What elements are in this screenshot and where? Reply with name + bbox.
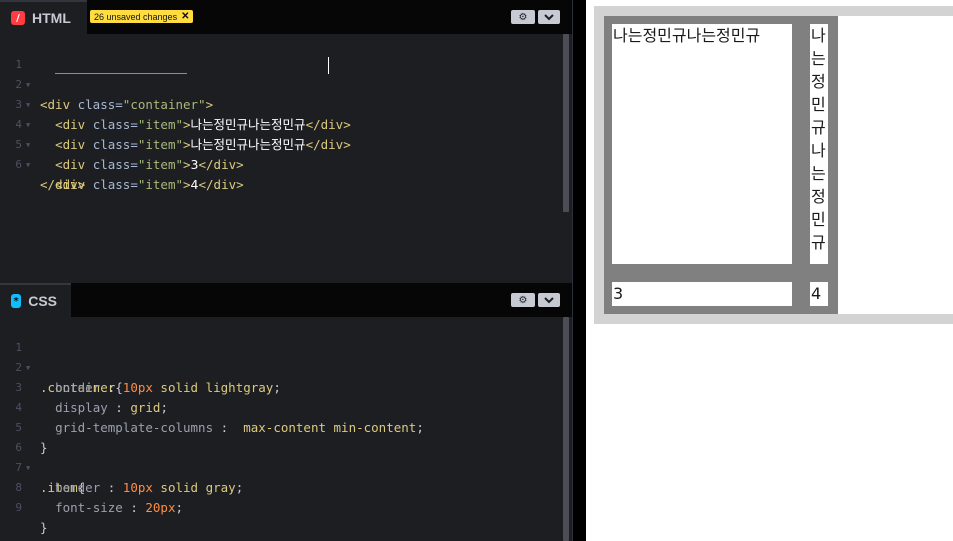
code-line: 5 ▼ <div class="item">4</div> — [0, 115, 563, 192]
close-icon[interactable]: ✕ — [181, 11, 189, 22]
code-editor: / HTML 26 unsaved changes ✕ ⚙ 1 ▼ <div c… — [0, 0, 572, 541]
line-number: 6 — [15, 158, 22, 171]
html-code-area[interactable]: 1 ▼ <div class="container"> 2 ▼ <div cla… — [0, 35, 563, 192]
code-line: 2 ▼ <div class="item">나는정민규나는정민규</div> — [0, 55, 563, 132]
gear-icon: ⚙ — [518, 294, 528, 306]
code-line: 5 } — [0, 398, 563, 455]
css-pane-header: * CSS ⚙ — [0, 283, 572, 317]
preview-container: 나는정민규나는정민규 나는정민규나는정민규 3 4 — [594, 6, 953, 324]
code-line: 3 ▼ <div class="item">나는정민규나는정민규</div> — [0, 75, 563, 152]
unsaved-changes-badge[interactable]: 26 unsaved changes ✕ — [90, 10, 194, 23]
css-pane-tab[interactable]: * CSS — [0, 283, 71, 317]
chevron-down-icon — [544, 13, 554, 20]
css-code-area[interactable]: 1 ▼ .container{ 2 border : 10px solid li… — [0, 318, 563, 535]
code-line: 2 border : 10px solid lightgray; — [0, 338, 563, 395]
unsaved-changes-label: 26 unsaved changes — [94, 11, 178, 22]
pane-resizer[interactable] — [572, 0, 586, 541]
css-pane-title: CSS — [28, 293, 57, 309]
code-line: 6 </div> — [0, 135, 563, 192]
code-line: 8 font-size : 20px; — [0, 458, 563, 515]
preview-item-3: 3 — [612, 282, 792, 306]
code-line: 4 grid-template-columns : max-content mi… — [0, 378, 563, 435]
code-line: 1 ▼ <div class="container"> — [0, 35, 563, 112]
html-pane-tab[interactable]: / HTML — [0, 0, 87, 34]
preview-item-2: 나는정민규나는정민규 — [810, 24, 828, 264]
code-line: 7 border : 10px solid gray; — [0, 438, 563, 495]
active-line-underline — [55, 73, 187, 74]
html-icon: / — [11, 11, 25, 25]
css-editor-pane: * CSS ⚙ 1 ▼ .container{ 2 border : 10px … — [0, 283, 572, 541]
html-editor-pane: / HTML 26 unsaved changes ✕ ⚙ 1 ▼ <div c… — [0, 0, 572, 283]
html-scrollbar[interactable] — [563, 34, 569, 212]
code-line: 6 ▼ .item{ — [0, 418, 563, 495]
css-collapse-button[interactable] — [538, 293, 560, 307]
line-number: 9 — [15, 501, 22, 514]
html-pane-header: / HTML 26 unsaved changes ✕ ⚙ — [0, 0, 572, 34]
css-icon: * — [11, 294, 22, 308]
preview-item-1: 나는정민규나는정민규 — [612, 24, 792, 264]
code-line: 4 ▼ <div class="item">3</div> — [0, 95, 563, 172]
preview-item-4: 4 — [810, 282, 828, 306]
chevron-down-icon — [544, 296, 554, 303]
code-line: 3 display : grid; — [0, 358, 563, 415]
preview-grid: 나는정민규나는정민규 나는정민규나는정민규 3 4 — [604, 16, 838, 314]
html-collapse-button[interactable] — [538, 10, 560, 24]
css-scrollbar[interactable] — [563, 317, 569, 541]
code-line: 9 } — [0, 478, 563, 535]
code-line: 1 ▼ .container{ — [0, 318, 563, 395]
text-caret — [328, 57, 329, 74]
css-settings-button[interactable]: ⚙ — [511, 293, 535, 307]
result-preview: 나는정민규나는정민규 나는정민규나는정민규 3 4 — [586, 0, 953, 541]
gear-icon: ⚙ — [518, 11, 528, 23]
html-settings-button[interactable]: ⚙ — [511, 10, 535, 24]
html-pane-title: HTML — [32, 10, 71, 26]
